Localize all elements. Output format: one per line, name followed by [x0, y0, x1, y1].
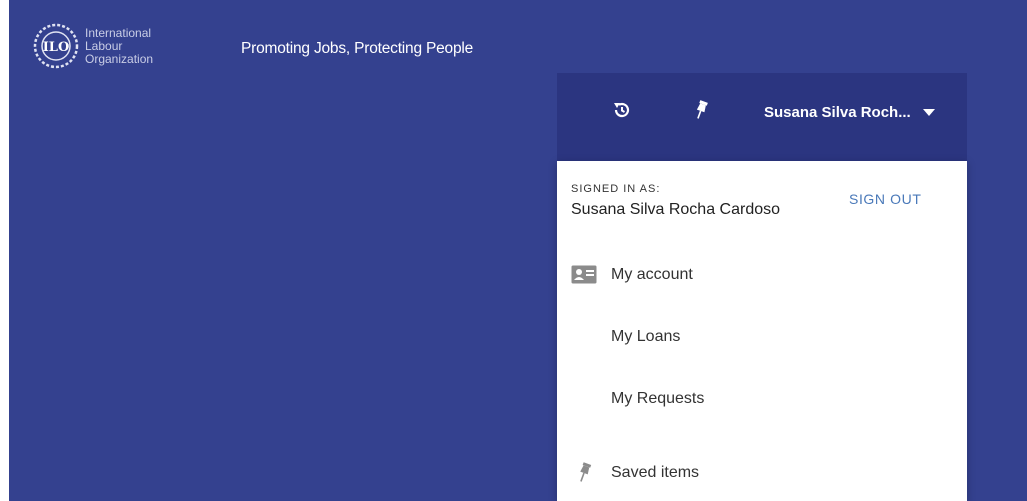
history-icon: [614, 102, 630, 118]
user-toolbar: Susana Silva Roch...: [557, 73, 967, 161]
menu-item-label: Saved items: [611, 464, 700, 481]
ilo-logo[interactable]: ILO International Labour Organization: [33, 16, 203, 76]
org-name-line3: Organization: [85, 51, 154, 66]
user-name: Susana Silva Roch...: [764, 103, 911, 121]
ilo-emblem-icon: ILO: [33, 23, 79, 69]
pinned-items-button[interactable]: [686, 95, 716, 125]
menu-item-my-requests[interactable]: My Requests: [557, 379, 967, 419]
user-dropdown-menu: SIGNED IN AS: Susana Silva Rocha Cardoso…: [557, 161, 967, 501]
id-card-icon: [571, 265, 597, 284]
menu-item-label: My Loans: [611, 328, 681, 345]
svg-text:ILO: ILO: [43, 40, 70, 55]
tagline: Promoting Jobs, Protecting People: [241, 40, 474, 57]
pushpin-icon: [696, 100, 708, 119]
caret-down-icon: [922, 108, 935, 116]
org-name-line2: Labour: [85, 38, 123, 53]
menu-item-my-account[interactable]: My account: [557, 255, 967, 295]
menu-item-saved-items[interactable]: Saved items: [557, 453, 967, 493]
pushpin-icon: [580, 462, 592, 482]
org-name: International Labour Organization: [85, 25, 154, 66]
sign-out-button[interactable]: SIGN OUT: [849, 191, 921, 207]
org-name-line1: International: [85, 25, 152, 40]
history-button[interactable]: [607, 95, 637, 125]
signed-in-name: Susana Silva Rocha Cardoso: [571, 201, 781, 218]
left-edge: [0, 0, 9, 501]
signed-in-label: SIGNED IN AS:: [571, 183, 661, 195]
tagline-subtext: [311, 66, 507, 70]
menu-item-label: My account: [611, 266, 693, 283]
menu-item-label: My Requests: [611, 390, 705, 407]
menu-item-my-loans[interactable]: My Loans: [557, 317, 967, 357]
user-menu-button[interactable]: Susana Silva Roch...: [764, 101, 935, 123]
